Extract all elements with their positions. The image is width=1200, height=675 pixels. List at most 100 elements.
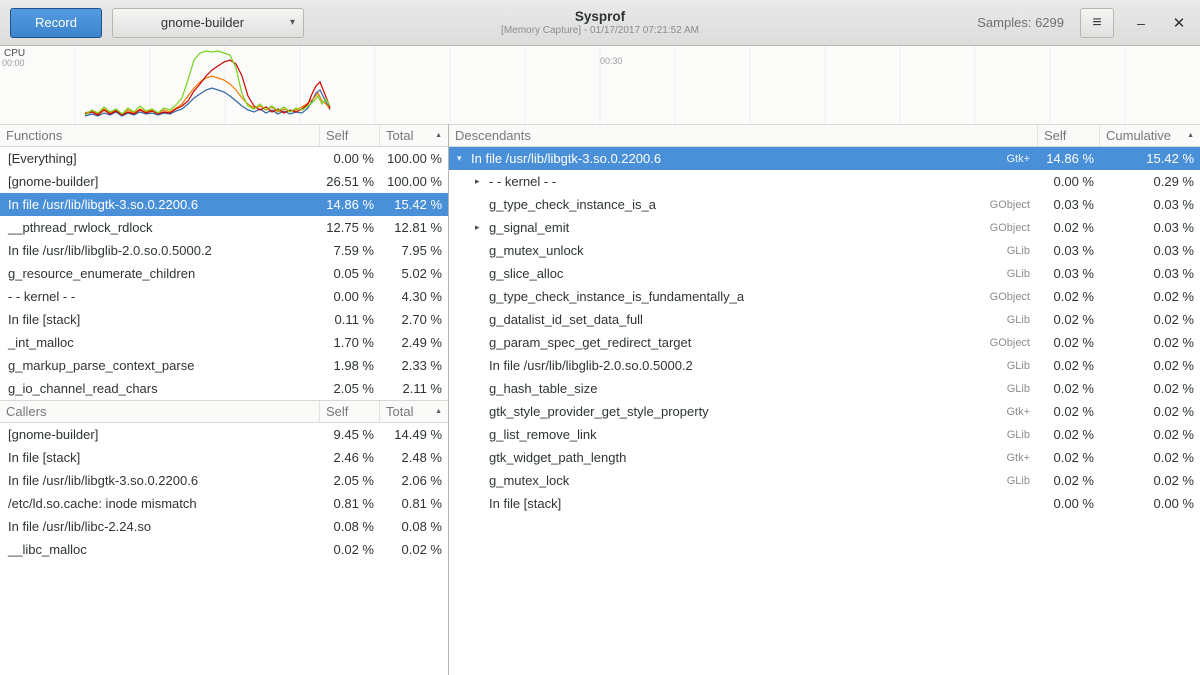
cumulative-percent: 0.02 % [1100,335,1200,350]
function-name: In file /usr/lib/libc-2.24.so [0,519,320,534]
table-row[interactable]: In file /usr/lib/libglib-2.0.so.0.5000.2… [449,354,1200,377]
library-badge: GLib [1007,475,1038,487]
cumulative-percent: 0.02 % [1100,450,1200,465]
column-header-descendants[interactable]: Descendants [449,125,1038,146]
cumulative-percent: 15.42 % [1100,151,1200,166]
function-name: [Everything] [0,151,320,166]
function-name: g_io_channel_read_chars [0,381,320,396]
column-header-total[interactable]: Total ▲ [380,401,448,422]
callers-table: Callers Self Total ▲ [gnome-builder] 9.4… [0,400,448,561]
self-percent: 0.00 % [320,289,380,304]
self-percent: 0.00 % [1038,496,1100,511]
time-label-mid: 00:30 [600,56,623,66]
minimize-button[interactable]: – [1130,15,1152,31]
function-name: In file /usr/lib/libgtk-3.so.0.2200.6 [471,151,661,166]
expander-icon[interactable]: ▸ [475,222,489,233]
table-row[interactable]: g_mutex_lock GLib 0.02 % 0.02 % [449,469,1200,492]
self-percent: 0.02 % [1038,289,1100,304]
record-button[interactable]: Record [10,8,102,38]
self-percent: 0.02 % [1038,358,1100,373]
column-header-self[interactable]: Self [320,401,380,422]
table-row[interactable]: - - kernel - - 0.00 % 4.30 % [0,285,448,308]
column-header-total[interactable]: Total ▲ [380,125,448,146]
table-row[interactable]: In file /usr/lib/libgtk-3.so.0.2200.6 14… [0,193,448,216]
table-row[interactable]: In file [stack] 2.46 % 2.48 % [0,446,448,469]
cumulative-percent: 0.02 % [1100,358,1200,373]
self-percent: 0.02 % [320,542,380,557]
function-name: /etc/ld.so.cache: inode mismatch [0,496,320,511]
table-row[interactable]: g_mutex_unlock GLib 0.03 % 0.03 % [449,239,1200,262]
total-percent: 0.81 % [380,496,448,511]
callers-table-body: [gnome-builder] 9.45 % 14.49 % In file [… [0,423,448,561]
table-row[interactable]: g_resource_enumerate_children 0.05 % 5.0… [0,262,448,285]
table-row[interactable]: ▸ - - kernel - - 0.00 % 0.29 % [449,170,1200,193]
table-row[interactable]: g_hash_table_size GLib 0.02 % 0.02 % [449,377,1200,400]
callers-table-header: Callers Self Total ▲ [0,400,448,423]
self-percent: 1.70 % [320,335,380,350]
table-row[interactable]: g_slice_alloc GLib 0.03 % 0.03 % [449,262,1200,285]
target-dropdown[interactable]: gnome-builder ▾ [112,8,304,38]
cumulative-percent: 0.00 % [1100,496,1200,511]
total-percent: 4.30 % [380,289,448,304]
table-row[interactable]: ▾ In file /usr/lib/libgtk-3.so.0.2200.6 … [449,147,1200,170]
library-badge: GLib [1007,245,1038,257]
table-row[interactable]: g_type_check_instance_is_a GObject 0.03 … [449,193,1200,216]
header-bar: Record gnome-builder ▾ Sysprof [Memory C… [0,0,1200,46]
table-row[interactable]: In file /usr/lib/libgtk-3.so.0.2200.6 2.… [0,469,448,492]
capture-subtitle: [Memory Capture] - 01/17/2017 07:21:52 A… [501,25,699,37]
expander-icon[interactable]: ▾ [457,153,471,164]
library-badge: Gtk+ [1006,153,1038,165]
table-row[interactable]: g_markup_parse_context_parse 1.98 % 2.33… [0,354,448,377]
table-row[interactable]: In file /usr/lib/libc-2.24.so 0.08 % 0.0… [0,515,448,538]
total-percent: 100.00 % [380,174,448,189]
column-header-callers[interactable]: Callers [0,401,320,422]
target-dropdown-label: gnome-builder [121,15,284,30]
function-name: g_type_check_instance_is_fundamentally_a [489,289,744,304]
total-percent: 2.70 % [380,312,448,327]
table-row[interactable]: g_list_remove_link GLib 0.02 % 0.02 % [449,423,1200,446]
table-row[interactable]: [gnome-builder] 26.51 % 100.00 % [0,170,448,193]
column-header-cumulative[interactable]: Cumulative ▲ [1100,125,1200,146]
function-name: g_signal_emit [489,220,569,235]
cumulative-percent: 0.03 % [1100,197,1200,212]
table-row[interactable]: __pthread_rwlock_rdlock 12.75 % 12.81 % [0,216,448,239]
table-row[interactable]: g_io_channel_read_chars 2.05 % 2.11 % [0,377,448,400]
menu-button[interactable]: ≡ [1080,8,1114,38]
cpu-line-orange [85,76,330,114]
expander-icon[interactable]: ▸ [475,176,489,187]
function-name: __libc_malloc [0,542,320,557]
table-row[interactable]: gtk_style_provider_get_style_property Gt… [449,400,1200,423]
table-row[interactable]: In file /usr/lib/libglib-2.0.so.0.5000.2… [0,239,448,262]
table-row[interactable]: In file [stack] 0.00 % 0.00 % [449,492,1200,515]
function-name: g_datalist_id_set_data_full [489,312,643,327]
column-header-self[interactable]: Self [1038,125,1100,146]
table-row[interactable]: __libc_malloc 0.02 % 0.02 % [0,538,448,561]
column-header-self[interactable]: Self [320,125,380,146]
column-header-functions[interactable]: Functions [0,125,320,146]
function-name: g_resource_enumerate_children [0,266,320,281]
table-row[interactable]: ▸ g_signal_emit GObject 0.02 % 0.03 % [449,216,1200,239]
library-badge: GObject [990,337,1038,349]
self-percent: 2.05 % [320,473,380,488]
function-name: g_slice_alloc [489,266,563,281]
table-row[interactable]: g_datalist_id_set_data_full GLib 0.02 % … [449,308,1200,331]
samples-count: Samples: 6299 [977,15,1064,30]
table-row[interactable]: [gnome-builder] 9.45 % 14.49 % [0,423,448,446]
table-row[interactable]: In file [stack] 0.11 % 2.70 % [0,308,448,331]
table-row[interactable]: [Everything] 0.00 % 100.00 % [0,147,448,170]
close-button[interactable]: ✕ [1168,14,1190,32]
total-percent: 7.95 % [380,243,448,258]
table-row[interactable]: _int_malloc 1.70 % 2.49 % [0,331,448,354]
table-row[interactable]: g_type_check_instance_is_fundamentally_a… [449,285,1200,308]
cpu-graph[interactable]: CPU 00:00 00:30 [0,46,1200,124]
table-row[interactable]: g_param_spec_get_redirect_target GObject… [449,331,1200,354]
function-name: In file [stack] [489,496,561,511]
self-percent: 9.45 % [320,427,380,442]
library-badge: GLib [1007,314,1038,326]
table-row[interactable]: gtk_widget_path_length Gtk+ 0.02 % 0.02 … [449,446,1200,469]
self-percent: 0.02 % [1038,312,1100,327]
sort-indicator-icon: ▲ [1187,132,1194,139]
table-row[interactable]: /etc/ld.so.cache: inode mismatch 0.81 % … [0,492,448,515]
function-name: In file /usr/lib/libglib-2.0.so.0.5000.2 [489,358,693,373]
self-percent: 0.02 % [1038,473,1100,488]
